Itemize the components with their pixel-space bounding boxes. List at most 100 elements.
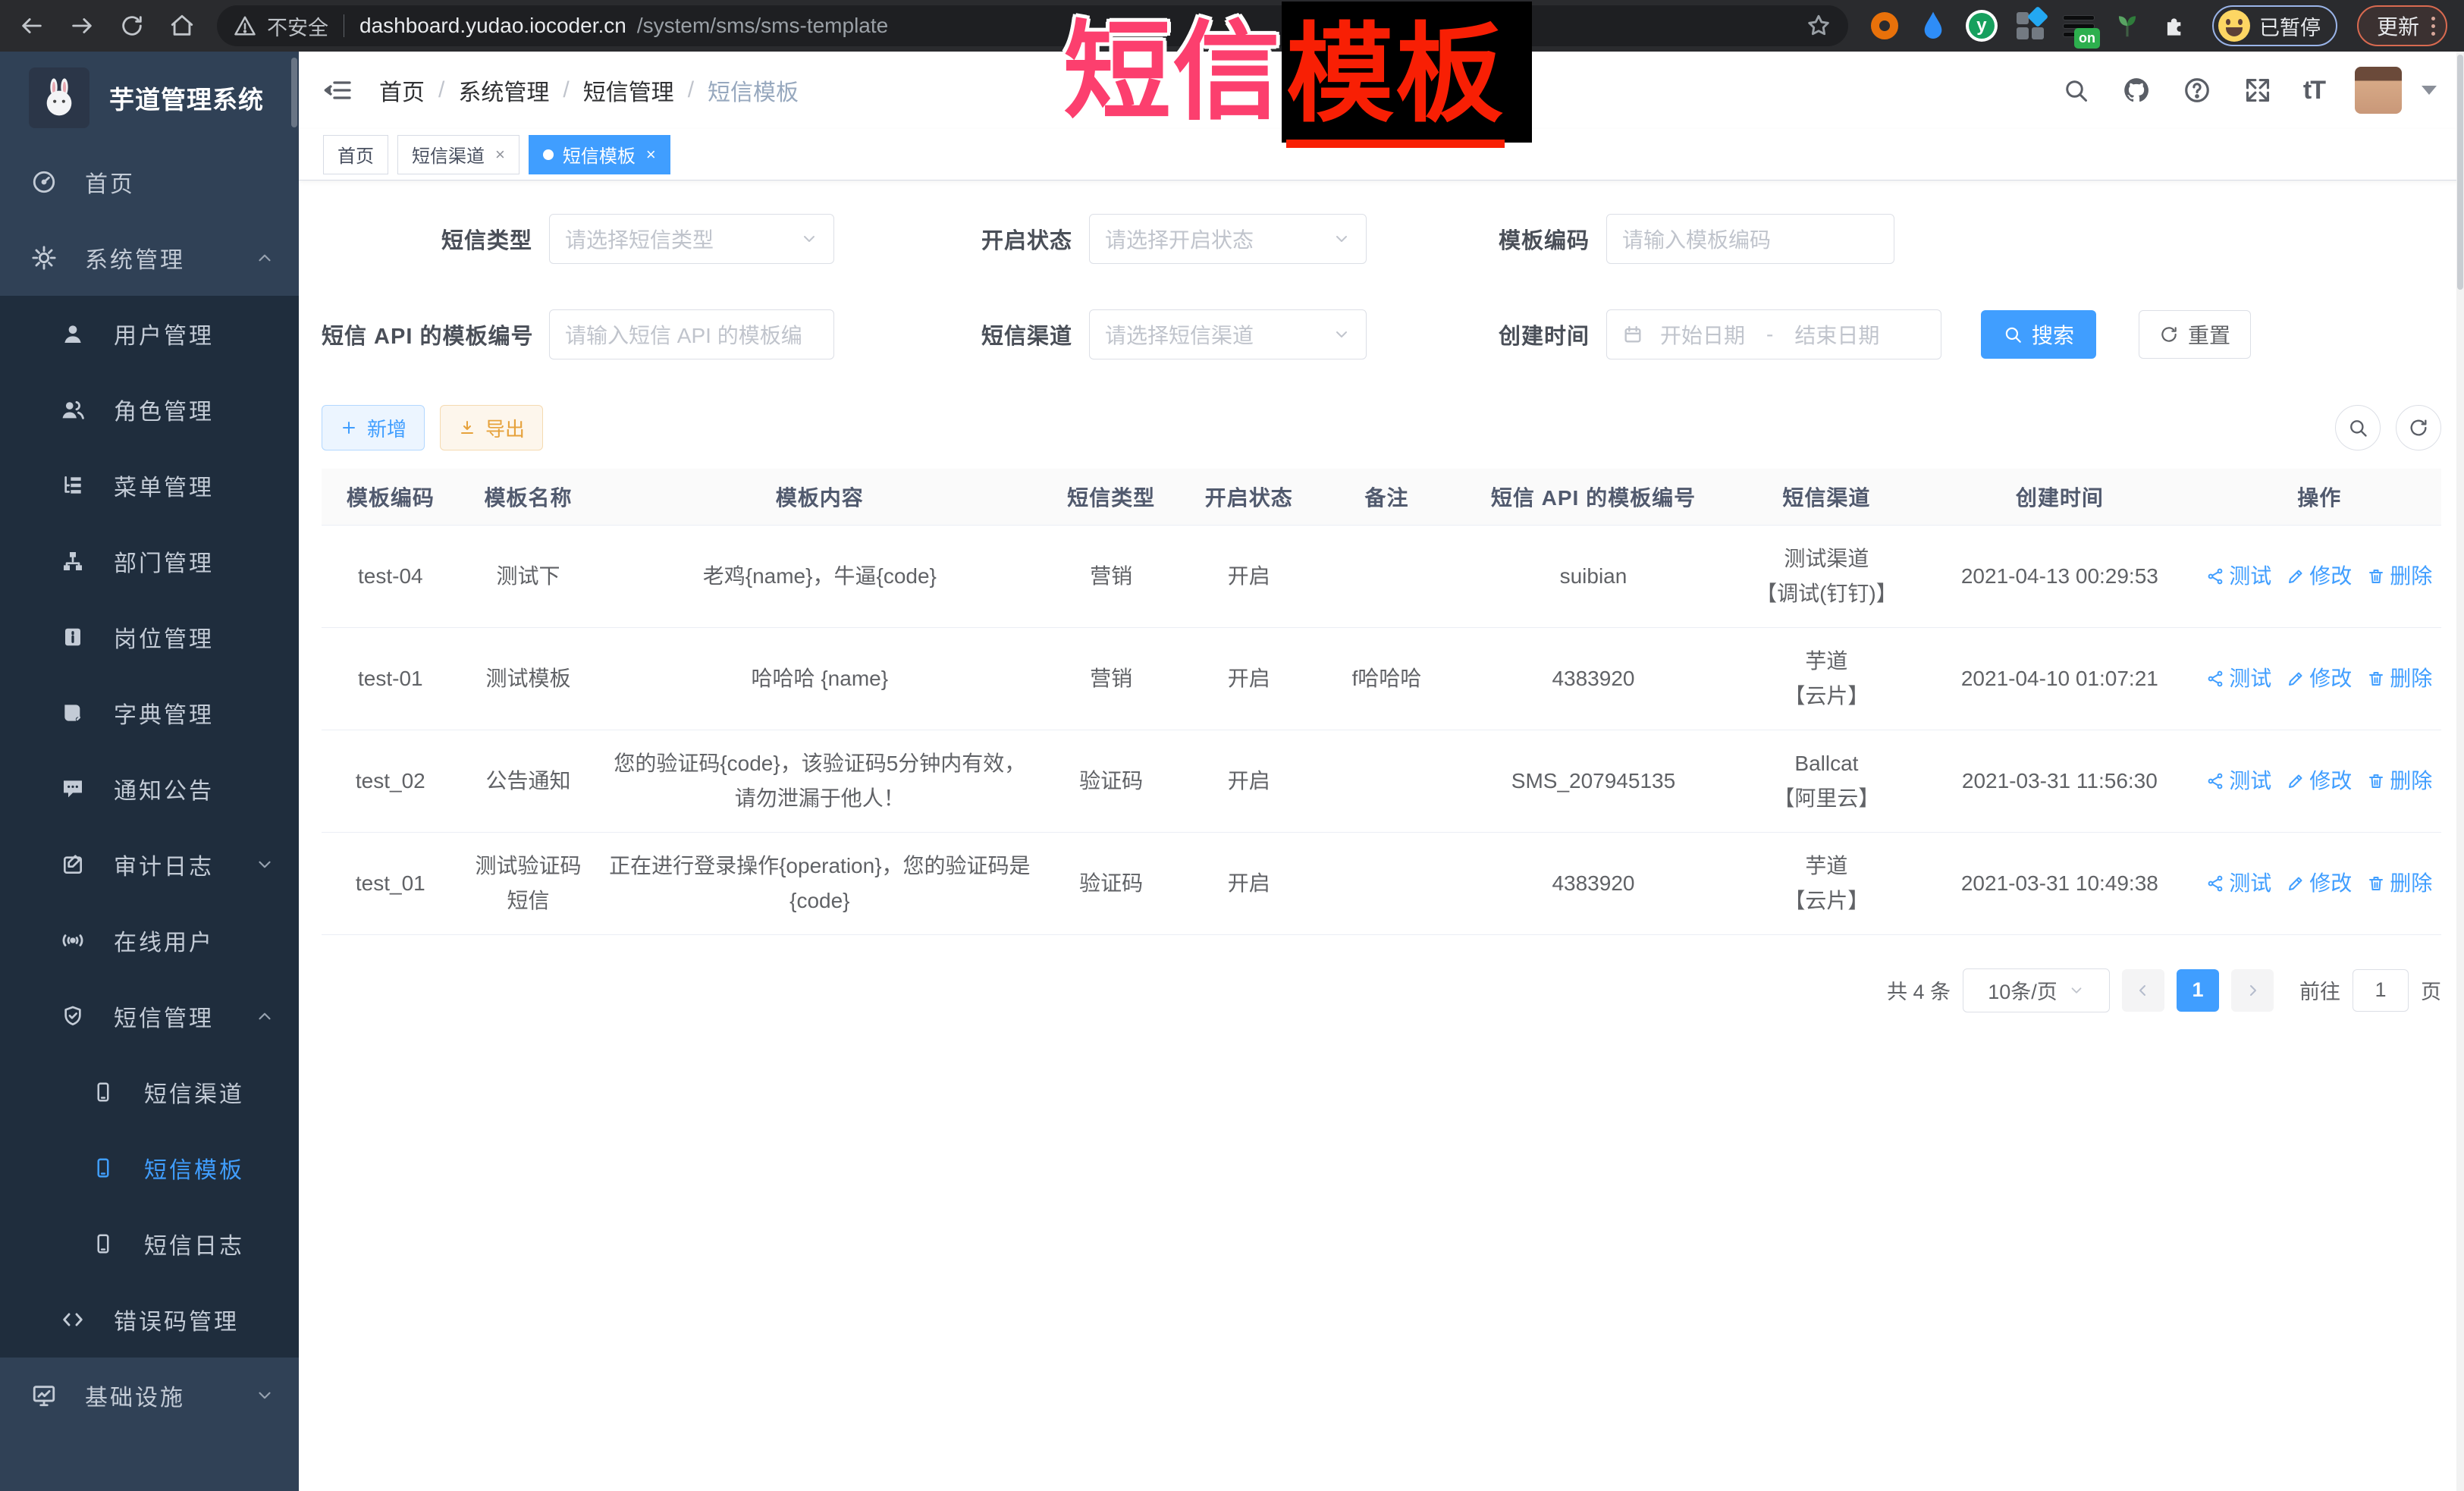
goto-page-input[interactable]: 1 (2353, 969, 2409, 1012)
back-icon[interactable] (17, 11, 47, 41)
table-row: test_01 测试验证码短信 正在进行登录操作{operation}，您的验证… (322, 832, 2441, 934)
api-template-id-label: 短信 API 的模板编号 (322, 319, 549, 350)
chevron-down-icon (255, 1386, 275, 1405)
test-link[interactable]: 测试 (2206, 661, 2271, 696)
create-time-label: 创建时间 (1367, 319, 1606, 350)
add-button[interactable]: 新增 (322, 405, 425, 450)
delete-link[interactable]: 删除 (2367, 559, 2432, 594)
close-icon[interactable]: × (646, 145, 656, 165)
phone-icon (89, 1078, 117, 1106)
delete-link[interactable]: 删除 (2367, 661, 2432, 696)
app-logo[interactable]: 芋道管理系统 (0, 52, 299, 144)
extension-y-icon[interactable]: y (1965, 9, 1998, 42)
github-icon[interactable] (2121, 75, 2152, 105)
sidebar-collapse-icon[interactable] (322, 74, 355, 107)
extension-plant-icon[interactable] (2111, 9, 2144, 42)
current-page[interactable]: 1 (2177, 969, 2219, 1012)
chevron-up-icon (255, 248, 275, 268)
sidebar-item-sms[interactable]: 短信管理 (0, 978, 299, 1054)
test-link[interactable]: 测试 (2206, 764, 2271, 799)
status-select[interactable]: 请选择开启状态 (1089, 214, 1367, 264)
sidebar-item-sms-log[interactable]: 短信日志 (0, 1206, 299, 1282)
breadcrumb-home[interactable]: 首页 (379, 74, 425, 107)
close-icon[interactable]: × (495, 145, 505, 165)
sidebar-item-users[interactable]: 用户管理 (0, 296, 299, 372)
sidebar-item-error-codes[interactable]: 错误码管理 (0, 1282, 299, 1358)
template-code-input[interactable]: 请输入模板编码 (1606, 214, 1894, 264)
sidebar-item-sms-template[interactable]: 短信模板 (0, 1130, 299, 1206)
url-path: /system/sms/sms-template (637, 14, 888, 38)
create-time-range-picker[interactable]: 开始日期 - 结束日期 (1606, 309, 1941, 359)
fullscreen-icon[interactable] (2243, 75, 2273, 105)
sidebar-item-sms-channel[interactable]: 短信渠道 (0, 1054, 299, 1130)
sidebar-item-departments[interactable]: 部门管理 (0, 523, 299, 599)
dashboard-icon (30, 168, 58, 196)
user-avatar[interactable] (2355, 67, 2402, 114)
edit-link[interactable]: 修改 (2287, 866, 2352, 901)
show-search-button[interactable] (2335, 405, 2381, 450)
avatar-caret-icon[interactable] (2422, 86, 2437, 95)
browser-toolbar: 不安全 dashboard.yudao.iocoder.cn/system/sm… (0, 0, 2464, 52)
sidebar-item-dict[interactable]: 字典管理 (0, 675, 299, 751)
header-search-icon[interactable] (2061, 75, 2091, 105)
sidebar-item-notice[interactable]: 通知公告 (0, 751, 299, 827)
update-button[interactable]: 更新 (2357, 5, 2447, 46)
page-scrollbar[interactable] (2456, 52, 2464, 1491)
channel-select[interactable]: 请选择短信渠道 (1089, 309, 1367, 359)
font-size-icon[interactable]: tT (2303, 76, 2324, 105)
sidebar-item-infrastructure[interactable]: 基础设施 (0, 1358, 299, 1433)
breadcrumb-sms[interactable]: 短信管理 (583, 74, 674, 107)
breadcrumb-system[interactable]: 系统管理 (458, 74, 549, 107)
search-button[interactable]: 搜索 (1981, 310, 2096, 359)
tab-sms-template[interactable]: 短信模板 × (529, 135, 670, 174)
page-size-select[interactable]: 10条/页 (1963, 968, 2110, 1012)
sms-type-label: 短信类型 (322, 223, 549, 255)
sidebar-item-audit-log[interactable]: 审计日志 (0, 827, 299, 902)
sidebar-item-online-users[interactable]: 在线用户 (0, 902, 299, 978)
browser-menu-icon[interactable] (2431, 17, 2435, 36)
notice-icon (59, 775, 86, 802)
sidebar-item-system[interactable]: 系统管理 (0, 220, 299, 296)
address-bar[interactable]: 不安全 dashboard.yudao.iocoder.cn/system/sm… (217, 5, 1848, 46)
edit-link[interactable]: 修改 (2287, 764, 2352, 799)
gear-icon (30, 244, 58, 272)
next-page-button[interactable] (2231, 969, 2274, 1012)
test-link[interactable]: 测试 (2206, 559, 2271, 594)
prev-page-button[interactable] (2122, 969, 2164, 1012)
bookmark-star-icon[interactable] (1806, 13, 1832, 39)
edit-link[interactable]: 修改 (2287, 661, 2352, 696)
shield-check-icon (59, 1003, 86, 1030)
extension-donut-icon[interactable] (1868, 9, 1901, 42)
tab-sms-channel[interactable]: 短信渠道 × (397, 135, 519, 174)
col-remark: 备注 (1318, 469, 1456, 525)
profile-chip[interactable]: 已暂停 (2212, 5, 2337, 46)
code-icon (59, 1306, 86, 1333)
refresh-button[interactable] (2396, 405, 2441, 450)
insecure-warning-icon (234, 14, 256, 37)
reload-icon[interactable] (117, 11, 147, 41)
api-template-id-input[interactable]: 请输入短信 API 的模板编 (549, 309, 834, 359)
sms-type-select[interactable]: 请选择短信类型 (549, 214, 834, 264)
reset-button[interactable]: 重置 (2139, 310, 2251, 359)
sidebar-item-menus[interactable]: 菜单管理 (0, 447, 299, 523)
edit-link[interactable]: 修改 (2287, 559, 2352, 594)
extension-puzzle-icon[interactable] (2159, 9, 2192, 42)
extension-drop-icon[interactable] (1916, 9, 1950, 42)
test-link[interactable]: 测试 (2206, 866, 2271, 901)
extension-onetab-icon[interactable]: on (2062, 9, 2095, 42)
sidebar-item-roles[interactable]: 角色管理 (0, 372, 299, 447)
logo-rabbit-icon (29, 67, 89, 128)
tab-home[interactable]: 首页 (323, 135, 388, 174)
sidebar-item-posts[interactable]: 岗位管理 (0, 599, 299, 675)
sidebar-scrollbar[interactable] (291, 58, 297, 127)
extension-grid-icon[interactable] (2014, 9, 2047, 42)
sidebar-item-home[interactable]: 首页 (0, 144, 299, 220)
home-icon[interactable] (167, 11, 197, 41)
col-actions: 操作 (2198, 469, 2441, 525)
col-api-id: 短信 API 的模板编号 (1455, 469, 1731, 525)
delete-link[interactable]: 删除 (2367, 764, 2432, 799)
delete-link[interactable]: 删除 (2367, 866, 2432, 901)
help-icon[interactable] (2182, 75, 2212, 105)
export-button[interactable]: 导出 (440, 405, 543, 450)
forward-icon[interactable] (67, 11, 97, 41)
